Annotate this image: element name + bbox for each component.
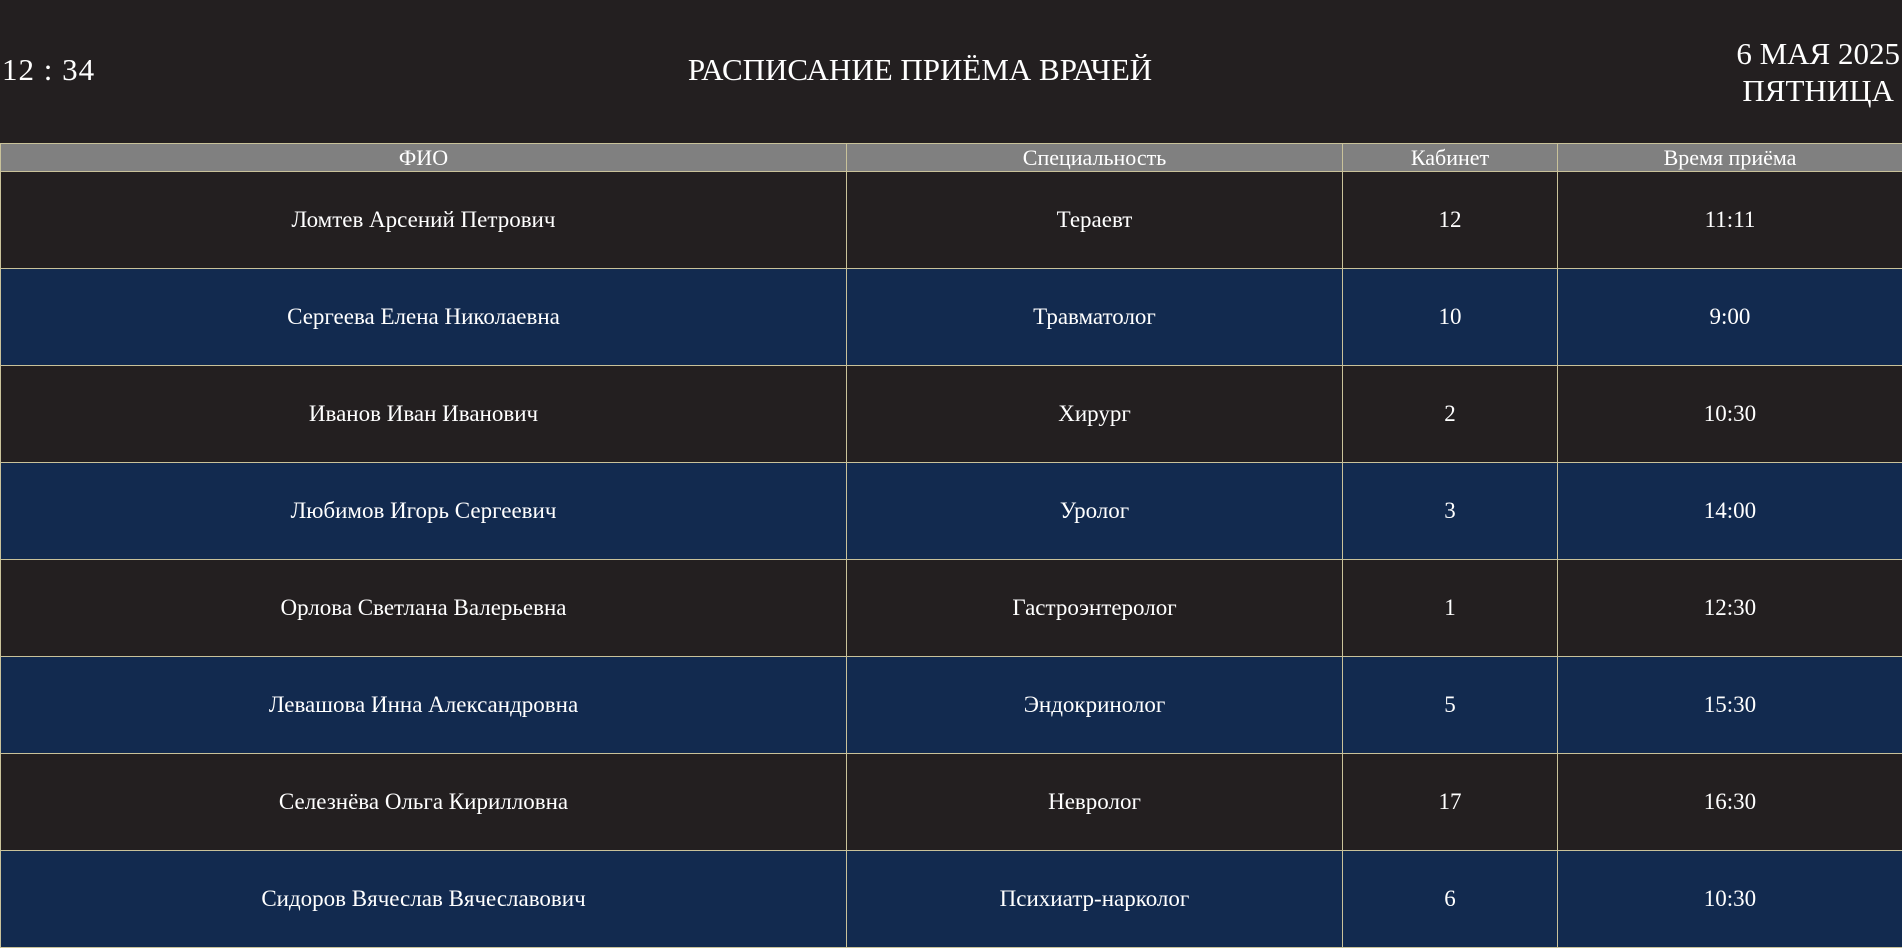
doctor-specialty: Травматолог: [847, 269, 1343, 366]
date: 6 МАЯ 2025: [1736, 35, 1900, 72]
room-number: 10: [1343, 269, 1558, 366]
doctor-specialty: Тераевт: [847, 172, 1343, 269]
doctor-specialty: Невролог: [847, 754, 1343, 851]
column-header-specialty: Специальность: [847, 144, 1343, 172]
doctor-specialty: Гастроэнтеролог: [847, 560, 1343, 657]
table-row: Сидоров Вячеслав Вячеславович Психиатр-н…: [1, 851, 1902, 948]
reception-time: 11:11: [1558, 172, 1902, 269]
schedule-table: ФИО Специальность Кабинет Время приёма Л…: [0, 143, 1902, 948]
room-number: 17: [1343, 754, 1558, 851]
table-row: Левашова Инна Александровна Эндокринолог…: [1, 657, 1902, 754]
doctor-specialty: Психиатр-нарколог: [847, 851, 1343, 948]
table-row: Ломтев Арсений Петрович Тераевт 12 11:11: [1, 172, 1902, 269]
table-row: Сергеева Елена Николаевна Травматолог 10…: [1, 269, 1902, 366]
column-header-name: ФИО: [1, 144, 847, 172]
table-header-row: ФИО Специальность Кабинет Время приёма: [1, 144, 1902, 172]
doctor-name: Иванов Иван Иванович: [1, 366, 847, 463]
doctor-name: Ломтев Арсений Петрович: [1, 172, 847, 269]
table-row: Любимов Игорь Сергеевич Уролог 3 14:00: [1, 463, 1902, 560]
doctor-name: Сидоров Вячеслав Вячеславович: [1, 851, 847, 948]
reception-time: 9:00: [1558, 269, 1902, 366]
date-block: 6 МАЯ 2025 ПЯТНИЦА: [1736, 35, 1900, 109]
doctor-name: Сергеева Елена Николаевна: [1, 269, 847, 366]
table-row: Орлова Светлана Валерьевна Гастроэнтерол…: [1, 560, 1902, 657]
room-number: 6: [1343, 851, 1558, 948]
room-number: 5: [1343, 657, 1558, 754]
doctor-specialty: Хирург: [847, 366, 1343, 463]
page-header: 12 : 34 РАСПИСАНИЕ ПРИЁМА ВРАЧЕЙ 6 МАЯ 2…: [0, 0, 1902, 143]
table-row: Иванов Иван Иванович Хирург 2 10:30: [1, 366, 1902, 463]
reception-time: 14:00: [1558, 463, 1902, 560]
doctor-specialty: Уролог: [847, 463, 1343, 560]
room-number: 1: [1343, 560, 1558, 657]
room-number: 12: [1343, 172, 1558, 269]
reception-time: 12:30: [1558, 560, 1902, 657]
doctor-specialty: Эндокринолог: [847, 657, 1343, 754]
weekday: ПЯТНИЦА: [1736, 72, 1900, 109]
table-row: Селезнёва Ольга Кирилловна Невролог 17 1…: [1, 754, 1902, 851]
column-header-time: Время приёма: [1558, 144, 1902, 172]
reception-time: 16:30: [1558, 754, 1902, 851]
room-number: 2: [1343, 366, 1558, 463]
doctor-name: Селезнёва Ольга Кирилловна: [1, 754, 847, 851]
reception-time: 10:30: [1558, 366, 1902, 463]
column-header-room: Кабинет: [1343, 144, 1558, 172]
reception-time: 15:30: [1558, 657, 1902, 754]
room-number: 3: [1343, 463, 1558, 560]
doctor-name: Орлова Светлана Валерьевна: [1, 560, 847, 657]
page-title: РАСПИСАНИЕ ПРИЁМА ВРАЧЕЙ: [0, 52, 1840, 88]
doctor-name: Левашова Инна Александровна: [1, 657, 847, 754]
reception-time: 10:30: [1558, 851, 1902, 948]
doctor-name: Любимов Игорь Сергеевич: [1, 463, 847, 560]
